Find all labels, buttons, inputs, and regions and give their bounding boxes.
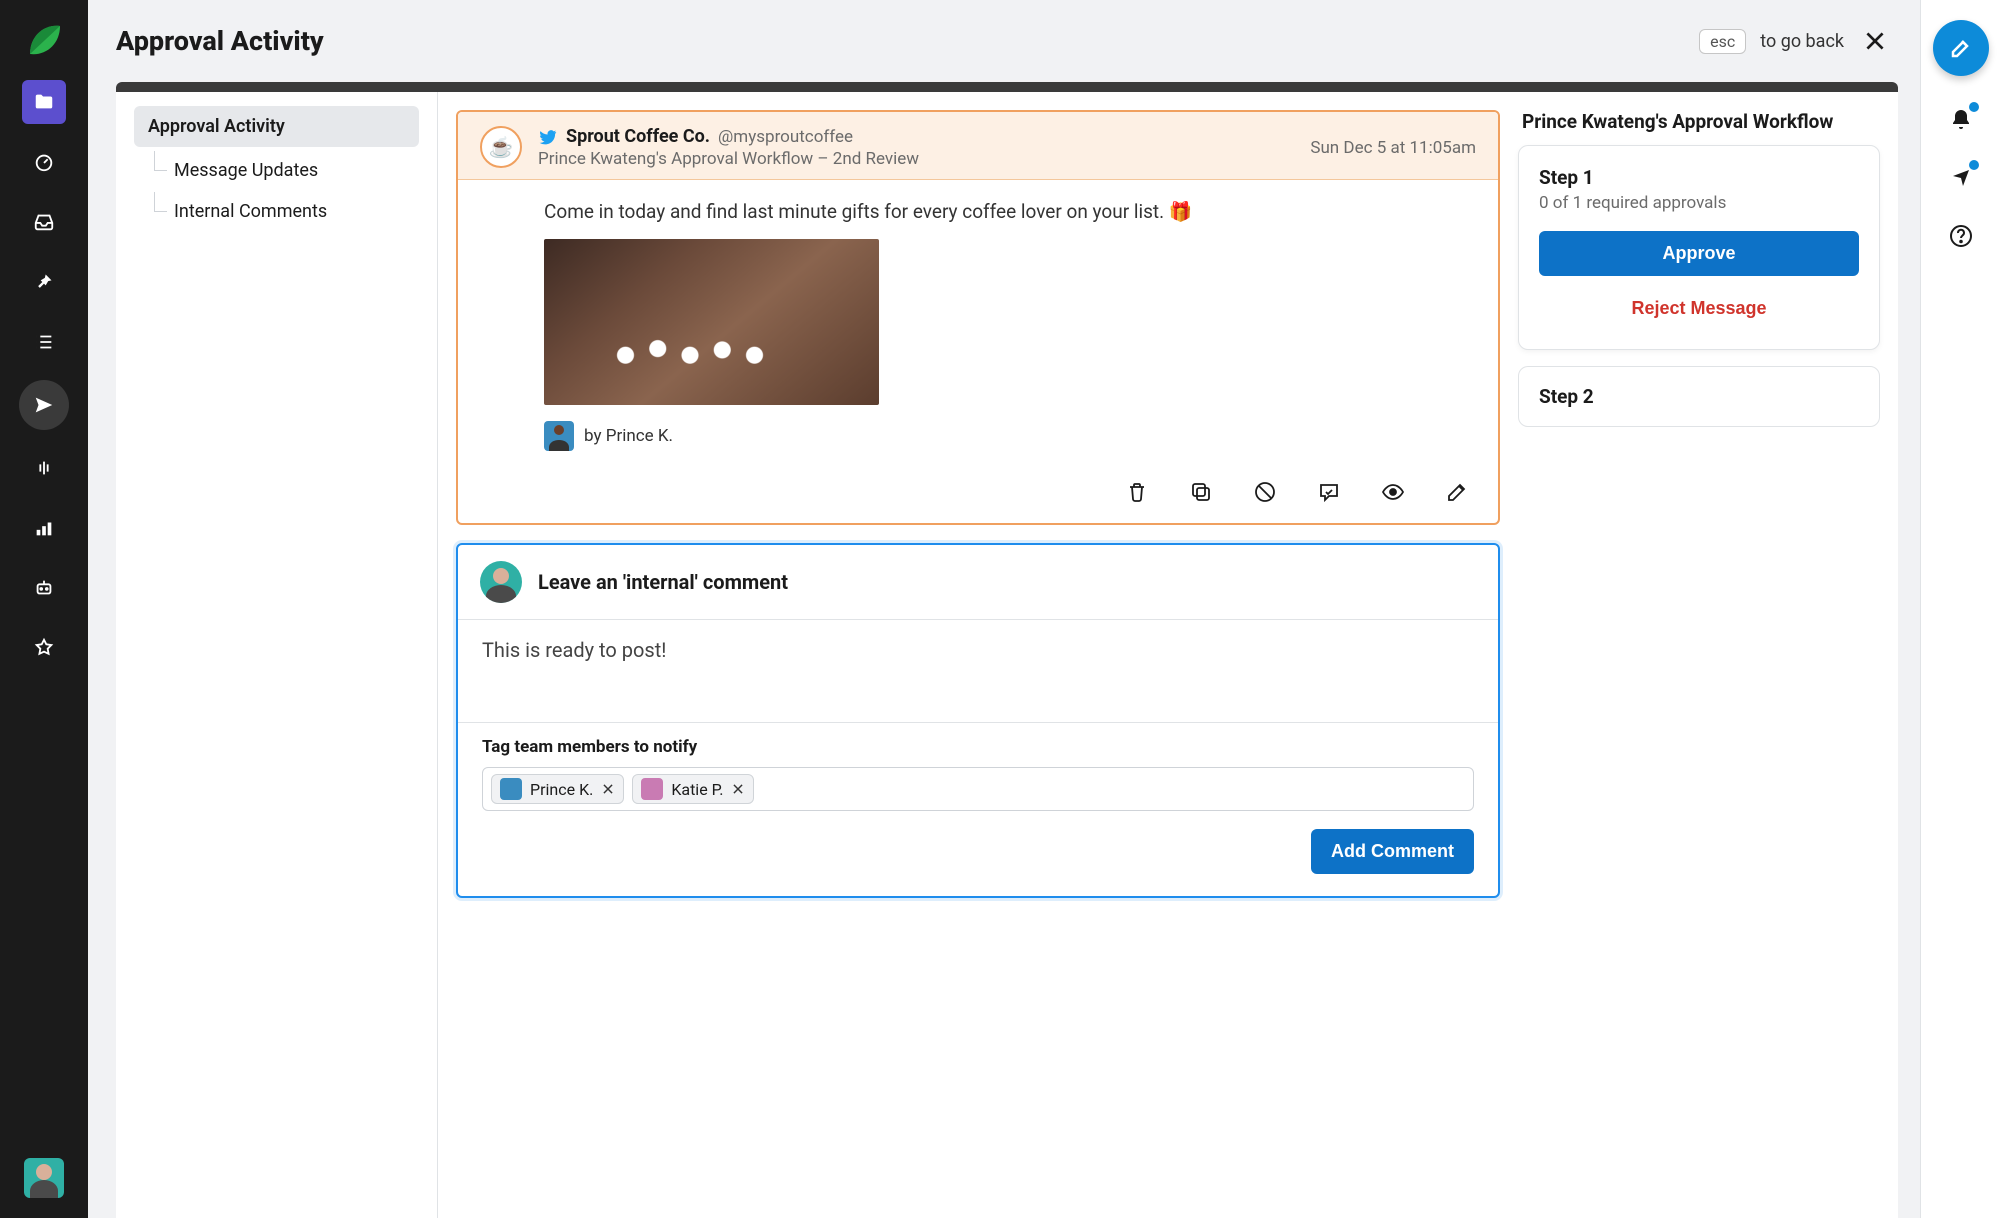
main-panel: Approval Activity Message Updates Intern… [116,82,1898,1218]
tag-chip: Prince K. [491,774,624,804]
main-column: ☕ Sprout Coffee Co. @mysproutcoffee Prin… [438,92,1518,1218]
page-header: Approval Activity esc to go back [88,0,1920,82]
message-card: ☕ Sprout Coffee Co. @mysproutcoffee Prin… [456,110,1500,525]
comment-icon[interactable] [1316,479,1342,505]
workflow-column: Prince Kwateng's Approval Workflow Step … [1518,92,1898,1218]
chip-remove-icon[interactable] [731,782,745,796]
tag-chip: Katie P. [632,774,754,804]
add-comment-button[interactable]: Add Comment [1311,829,1474,874]
go-back-text: to go back [1760,31,1844,52]
notification-dot [1969,102,1979,112]
profile-icon: ☕ [480,126,522,168]
message-header: ☕ Sprout Coffee Co. @mysproutcoffee Prin… [458,112,1498,180]
commenter-avatar [480,561,522,603]
block-icon[interactable] [1252,479,1278,505]
nav-bot-icon[interactable] [22,566,66,610]
right-rail [1920,0,2000,1218]
chip-remove-icon[interactable] [601,782,615,796]
nav-user-avatar[interactable] [24,1158,64,1198]
sprout-logo [24,20,64,60]
comment-card: Leave an 'internal' comment This is read… [456,543,1500,898]
chip-avatar [500,778,522,800]
message-timestamp: Sun Dec 5 at 11:05am [1310,138,1476,158]
nav-star-icon[interactable] [22,626,66,670]
chip-avatar [641,778,663,800]
step1-subtitle: 0 of 1 required approvals [1539,193,1859,213]
workflow-title: Prince Kwateng's Approval Workflow [1518,110,1880,133]
page-title: Approval Activity [116,25,324,57]
approve-button[interactable]: Approve [1539,231,1859,276]
author-avatar [544,421,574,451]
twitter-icon [538,127,558,147]
notifications-icon[interactable] [1943,102,1979,138]
comment-textarea[interactable]: This is ready to post! [458,620,1498,722]
nav-pin-icon[interactable] [22,260,66,304]
reject-button[interactable]: Reject Message [1539,288,1859,329]
nav-inbox-icon[interactable] [22,200,66,244]
side-tab-message-updates[interactable]: Message Updates [134,151,419,190]
account-name: Sprout Coffee Co. [566,126,710,147]
step1-title: Step 1 [1539,166,1859,189]
nav-folder-icon[interactable] [22,80,66,124]
compose-button[interactable] [1933,20,1989,76]
comment-draft-text: This is ready to post! [482,638,1474,662]
tag-label: Tag team members to notify [482,737,1474,757]
message-actions [458,469,1498,523]
help-icon[interactable] [1943,218,1979,254]
chip-name: Katie P. [671,780,723,799]
tag-input[interactable]: Prince K. Katie P. [482,767,1474,811]
nav-analytics-icon[interactable] [22,506,66,550]
side-tab-approval-activity[interactable]: Approval Activity [134,106,419,147]
workflow-step-1: Step 1 0 of 1 required approvals Approve… [1518,145,1880,350]
nav-list-icon[interactable] [22,320,66,364]
workflow-line: Prince Kwateng's Approval Workflow – 2nd… [538,149,1310,169]
message-image[interactable] [544,239,879,405]
workflow-step-2[interactable]: Step 2 [1518,366,1880,427]
side-column: Approval Activity Message Updates Intern… [116,92,438,1218]
nav-audio-icon[interactable] [22,446,66,490]
feedback-dot [1969,160,1979,170]
edit-icon[interactable] [1444,479,1470,505]
feedback-icon[interactable] [1943,160,1979,196]
left-nav [0,0,88,1218]
esc-key-hint: esc [1699,29,1746,54]
preview-icon[interactable] [1380,479,1406,505]
side-tab-internal-comments[interactable]: Internal Comments [134,192,419,231]
chip-name: Prince K. [530,780,593,799]
message-text: Come in today and find last minute gifts… [544,200,1470,223]
copy-icon[interactable] [1188,479,1214,505]
close-button[interactable] [1858,24,1892,58]
account-handle: @mysproutcoffee [718,127,853,147]
comment-title: Leave an 'internal' comment [538,570,788,594]
nav-dashboard-icon[interactable] [22,140,66,184]
author-label: by Prince K. [584,426,673,446]
delete-icon[interactable] [1124,479,1150,505]
nav-publish-icon[interactable] [19,380,69,430]
